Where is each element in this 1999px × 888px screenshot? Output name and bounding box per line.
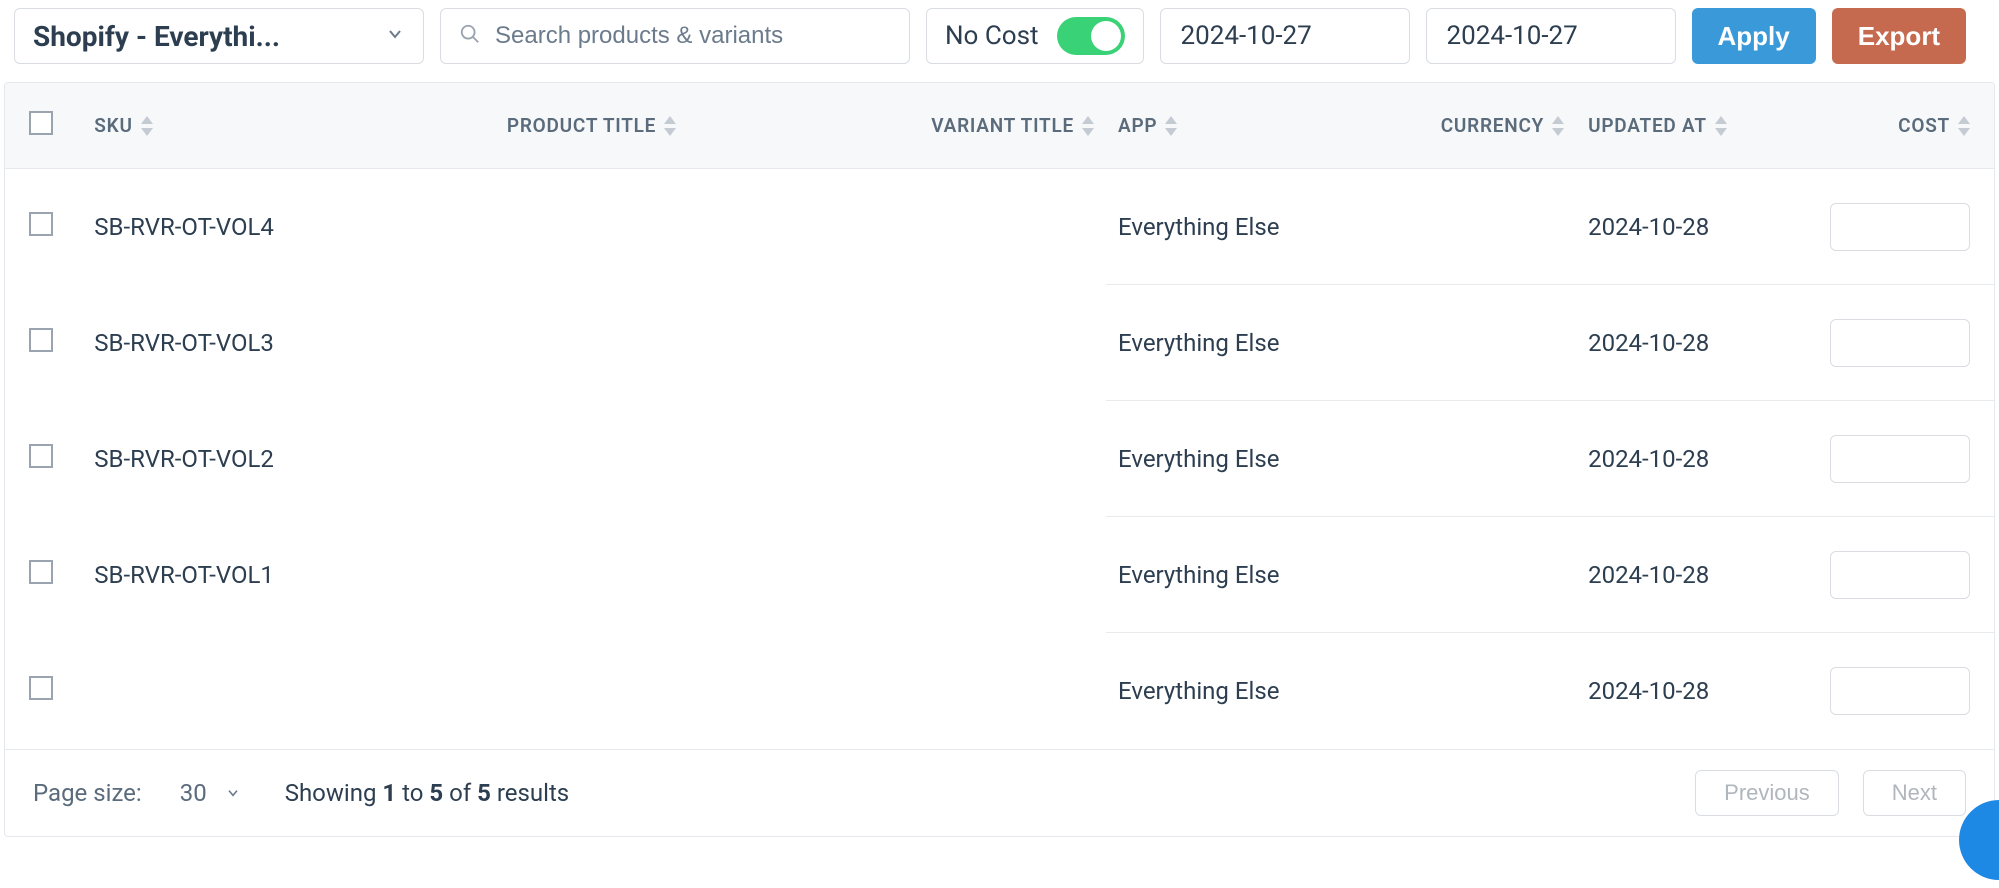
row-checkbox[interactable]: [29, 676, 53, 700]
results-summary: Showing 1 to 5 of 5 results: [285, 779, 570, 807]
column-header-updated-at[interactable]: UPDATED AT: [1576, 83, 1795, 169]
cell-cost: [1795, 517, 1994, 633]
cell-variant-title: [688, 285, 1106, 401]
cost-input[interactable]: [1830, 435, 1970, 483]
chevron-down-icon: [385, 24, 405, 49]
table-row: SB-RVR-OT-VOL1 Everything Else 2024-10-2…: [5, 517, 1994, 633]
cell-variant-title: [688, 169, 1106, 285]
row-checkbox[interactable]: [29, 212, 53, 236]
export-button[interactable]: Export: [1832, 8, 1966, 64]
column-header-app[interactable]: APP: [1106, 83, 1346, 169]
apply-button[interactable]: Apply: [1692, 8, 1816, 64]
cell-product-title: [354, 169, 688, 285]
cost-input[interactable]: [1830, 203, 1970, 251]
cell-sku: SB-RVR-OT-VOL2: [82, 401, 354, 517]
toolbar: Shopify - Everythi... No Cost 2024-10-27…: [0, 0, 1999, 72]
cell-cost: [1795, 633, 1994, 749]
next-page-button[interactable]: Next: [1863, 770, 1966, 816]
row-checkbox[interactable]: [29, 328, 53, 352]
cell-cost: [1795, 401, 1994, 517]
page-size-select[interactable]: 30: [180, 779, 241, 807]
cell-product-title: [354, 285, 688, 401]
page-size-value: 30: [180, 779, 207, 807]
cell-currency: [1346, 517, 1576, 633]
cell-currency: [1346, 401, 1576, 517]
cell-variant-title: [688, 517, 1106, 633]
cost-input[interactable]: [1830, 667, 1970, 715]
date-to-value: 2024-10-27: [1447, 21, 1578, 51]
sort-icon: [1715, 116, 1727, 136]
cell-updated-at: 2024-10-28: [1576, 517, 1795, 633]
cell-product-title: [354, 633, 688, 749]
cell-product-title: [354, 517, 688, 633]
cell-updated-at: 2024-10-28: [1576, 169, 1795, 285]
column-header-currency[interactable]: CURRENCY: [1346, 83, 1576, 169]
cell-cost: [1795, 285, 1994, 401]
search-box[interactable]: [440, 8, 910, 64]
cell-currency: [1346, 633, 1576, 749]
cost-input[interactable]: [1830, 551, 1970, 599]
cell-updated-at: 2024-10-28: [1576, 285, 1795, 401]
cell-app: Everything Else: [1106, 169, 1346, 285]
page-size-label: Page size:: [33, 779, 142, 807]
column-header-sku[interactable]: SKU: [82, 83, 354, 169]
cell-app: Everything Else: [1106, 517, 1346, 633]
store-selector-label: Shopify - Everythi...: [33, 20, 280, 53]
cell-currency: [1346, 285, 1576, 401]
cell-sku: [82, 633, 354, 749]
table-row: SB-RVR-OT-VOL4 Everything Else 2024-10-2…: [5, 169, 1994, 285]
cell-sku: SB-RVR-OT-VOL4: [82, 169, 354, 285]
table-row: SB-RVR-OT-VOL2 Everything Else 2024-10-2…: [5, 401, 1994, 517]
no-cost-filter: No Cost: [926, 8, 1144, 64]
search-icon: [459, 23, 481, 50]
date-from-input[interactable]: 2024-10-27: [1160, 8, 1410, 64]
column-header-cost[interactable]: COST: [1795, 83, 1994, 169]
search-input[interactable]: [495, 22, 891, 50]
cell-product-title: [354, 401, 688, 517]
table-row: Everything Else 2024-10-28: [5, 633, 1994, 749]
no-cost-toggle[interactable]: [1057, 17, 1125, 55]
table-row: SB-RVR-OT-VOL3 Everything Else 2024-10-2…: [5, 285, 1994, 401]
date-to-input[interactable]: 2024-10-27: [1426, 8, 1676, 64]
cell-app: Everything Else: [1106, 285, 1346, 401]
cell-updated-at: 2024-10-28: [1576, 633, 1795, 749]
sort-icon: [141, 116, 153, 136]
sort-icon: [1082, 116, 1094, 136]
cost-input[interactable]: [1830, 319, 1970, 367]
date-from-value: 2024-10-27: [1181, 21, 1312, 51]
row-checkbox[interactable]: [29, 444, 53, 468]
select-all-checkbox[interactable]: [29, 111, 53, 135]
previous-page-button[interactable]: Previous: [1695, 770, 1839, 816]
cell-sku: SB-RVR-OT-VOL1: [82, 517, 354, 633]
cell-variant-title: [688, 633, 1106, 749]
cell-currency: [1346, 169, 1576, 285]
table-header-row: SKU PRODUCT TITLE VARIANT TITLE APP CURR…: [5, 83, 1994, 169]
no-cost-label: No Cost: [945, 21, 1039, 51]
cell-app: Everything Else: [1106, 633, 1346, 749]
row-checkbox[interactable]: [29, 560, 53, 584]
store-selector[interactable]: Shopify - Everythi...: [14, 8, 424, 64]
sort-icon: [1552, 116, 1564, 136]
products-table: SKU PRODUCT TITLE VARIANT TITLE APP CURR…: [4, 82, 1995, 837]
cell-updated-at: 2024-10-28: [1576, 401, 1795, 517]
sort-icon: [1958, 116, 1970, 136]
sort-icon: [664, 116, 676, 136]
column-header-variant-title[interactable]: VARIANT TITLE: [688, 83, 1106, 169]
chevron-down-icon: [225, 779, 241, 807]
cell-sku: SB-RVR-OT-VOL3: [82, 285, 354, 401]
column-header-product-title[interactable]: PRODUCT TITLE: [354, 83, 688, 169]
sort-icon: [1165, 116, 1177, 136]
cell-app: Everything Else: [1106, 401, 1346, 517]
cell-variant-title: [688, 401, 1106, 517]
table-footer: Page size: 30 Showing 1 to 5 of 5 result…: [5, 749, 1994, 836]
cell-cost: [1795, 169, 1994, 285]
